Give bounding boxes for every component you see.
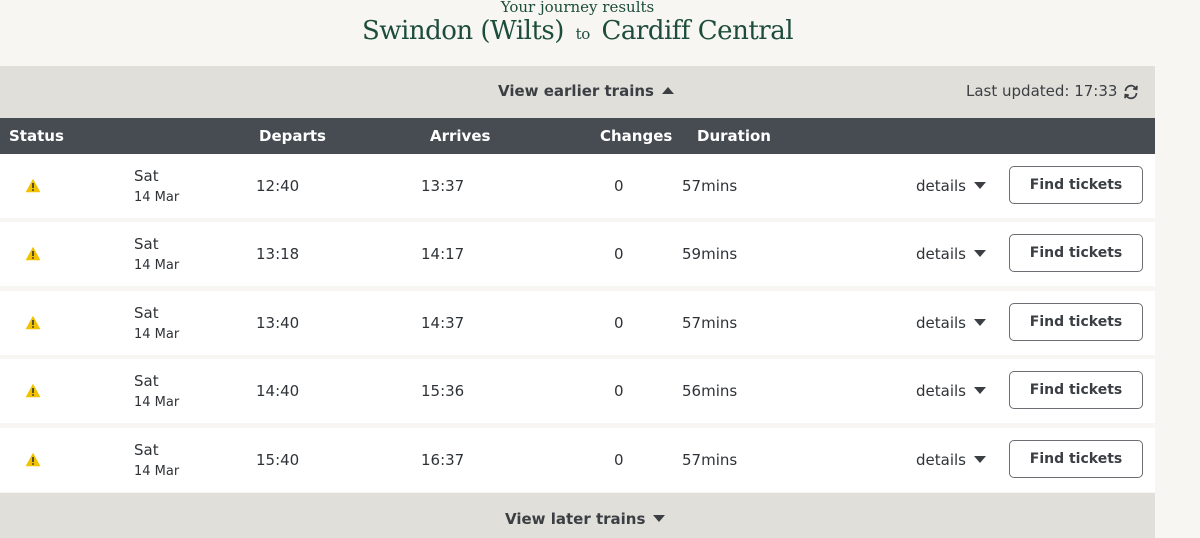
find-tickets-button[interactable]: Find tickets xyxy=(1009,371,1143,409)
details-label: details xyxy=(916,177,966,195)
results-table-header: Status Departs Arrives Changes Duration xyxy=(0,118,1155,154)
find-tickets-button[interactable]: Find tickets xyxy=(1009,234,1143,272)
journey-row: Sat 14 Mar 13:40 14:37 0 57mins details … xyxy=(0,291,1155,355)
caret-up-icon xyxy=(661,87,674,94)
details-toggle[interactable]: details xyxy=(916,314,986,332)
later-trains-bar: View later trains xyxy=(0,493,1155,538)
departure-time: 12:40 xyxy=(256,177,300,195)
departure-time: 14:40 xyxy=(256,382,300,400)
journey-day: Sat xyxy=(134,167,159,185)
view-later-trains-label: View later trains xyxy=(505,510,646,528)
duration-column-header: Duration xyxy=(697,127,771,145)
page-header: Your journey results Swindon (Wilts) to … xyxy=(0,0,1155,66)
warning-icon xyxy=(25,315,41,330)
changes-column-header: Changes xyxy=(600,127,673,145)
warning-icon xyxy=(25,383,41,398)
journey-day: Sat xyxy=(134,372,159,390)
arrival-time: 15:36 xyxy=(421,382,465,400)
refresh-icon[interactable] xyxy=(1122,83,1140,101)
details-toggle[interactable]: details xyxy=(916,382,986,400)
journey-date: 14 Mar xyxy=(134,327,180,342)
find-tickets-button[interactable]: Find tickets xyxy=(1009,440,1143,478)
journey-duration: 59mins xyxy=(682,245,738,263)
view-later-trains-button[interactable]: View later trains xyxy=(505,510,666,528)
details-label: details xyxy=(916,451,966,469)
journey-duration: 57mins xyxy=(682,451,738,469)
caret-down-icon xyxy=(973,250,986,257)
journey-row: Sat 14 Mar 14:40 15:36 0 56mins details … xyxy=(0,359,1155,423)
arrival-time: 16:37 xyxy=(421,451,465,469)
journey-date: 14 Mar xyxy=(134,464,180,479)
departure-time: 13:40 xyxy=(256,314,300,332)
details-label: details xyxy=(916,245,966,263)
journey-date: 14 Mar xyxy=(134,258,180,273)
departure-time: 15:40 xyxy=(256,451,300,469)
journey-row: Sat 14 Mar 12:40 13:37 0 57mins details … xyxy=(0,154,1155,218)
changes-count: 0 xyxy=(614,451,624,469)
journey-duration: 56mins xyxy=(682,382,738,400)
page-subtitle: Your journey results xyxy=(500,0,655,16)
journey-date: 14 Mar xyxy=(134,190,180,205)
details-toggle[interactable]: details xyxy=(916,451,986,469)
journey-date: 14 Mar xyxy=(134,395,180,410)
caret-down-icon xyxy=(653,515,666,522)
changes-count: 0 xyxy=(614,314,624,332)
warning-icon xyxy=(25,246,41,261)
details-label: details xyxy=(916,314,966,332)
destination-station: Cardiff Central xyxy=(601,16,794,46)
arrival-time: 14:17 xyxy=(421,245,465,263)
arrival-time: 14:37 xyxy=(421,314,465,332)
find-tickets-button[interactable]: Find tickets xyxy=(1009,166,1143,204)
caret-down-icon xyxy=(973,456,986,463)
journey-row: Sat 14 Mar 13:18 14:17 0 59mins details … xyxy=(0,222,1155,286)
origin-station: Swindon (Wilts) xyxy=(361,16,564,46)
earlier-trains-bar: View earlier trains Last updated: 17:33 xyxy=(0,66,1155,118)
journey-duration: 57mins xyxy=(682,314,738,332)
changes-count: 0 xyxy=(614,177,624,195)
to-label: to xyxy=(575,25,591,43)
status-column-header: Status xyxy=(9,127,64,145)
caret-down-icon xyxy=(973,319,986,326)
departure-time: 13:18 xyxy=(256,245,300,263)
details-label: details xyxy=(916,382,966,400)
last-updated-text: Last updated: 17:33 xyxy=(966,82,1118,100)
arrival-time: 13:37 xyxy=(421,177,465,195)
journey-day: Sat xyxy=(134,235,159,253)
details-toggle[interactable]: details xyxy=(916,177,986,195)
journey-duration: 57mins xyxy=(682,177,738,195)
warning-icon xyxy=(25,452,41,467)
journey-row: Sat 14 Mar 15:40 16:37 0 57mins details … xyxy=(0,428,1155,492)
changes-count: 0 xyxy=(614,382,624,400)
journey-day: Sat xyxy=(134,304,159,322)
view-earlier-trains-label: View earlier trains xyxy=(498,82,654,100)
find-tickets-button[interactable]: Find tickets xyxy=(1009,303,1143,341)
journey-title: Swindon (Wilts) to Cardiff Central xyxy=(0,16,1155,46)
departs-column-header: Departs xyxy=(259,127,326,145)
journey-day: Sat xyxy=(134,441,159,459)
changes-count: 0 xyxy=(614,245,624,263)
details-toggle[interactable]: details xyxy=(916,245,986,263)
warning-icon xyxy=(25,178,41,193)
caret-down-icon xyxy=(973,387,986,394)
view-earlier-trains-button[interactable]: View earlier trains xyxy=(498,82,674,100)
caret-down-icon xyxy=(973,182,986,189)
arrives-column-header: Arrives xyxy=(430,127,491,145)
